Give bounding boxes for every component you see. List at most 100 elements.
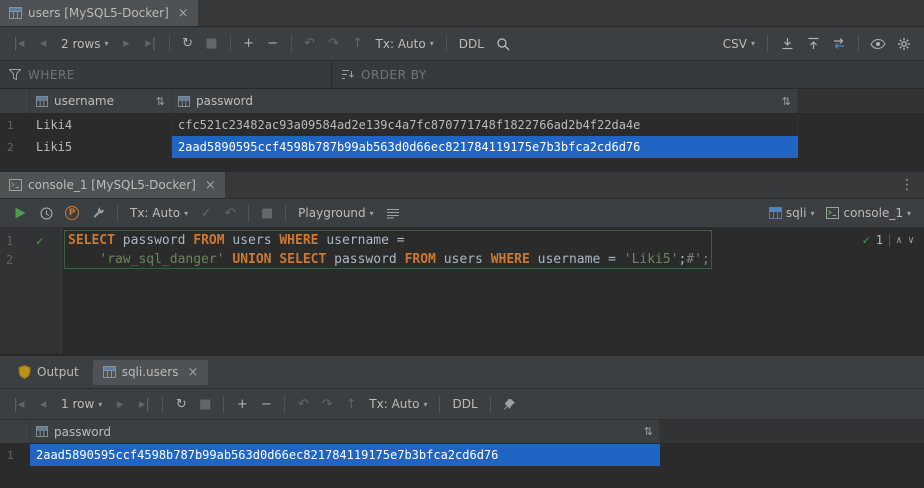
- order-by-input[interactable]: ORDER BY: [332, 61, 924, 88]
- run-icon[interactable]: [8, 207, 32, 219]
- toolbar-separator: [223, 396, 224, 413]
- previous-page-icon[interactable]: ◂: [32, 37, 54, 50]
- stop-icon[interactable]: ■: [256, 207, 278, 220]
- sql-editor[interactable]: 1 ✓ 2 SELECT password FROM users WHERE u…: [0, 228, 924, 355]
- delete-row-icon[interactable]: −: [262, 37, 284, 50]
- header-filler: [660, 420, 924, 443]
- column-icon: [36, 426, 48, 437]
- tx-mode-value: Tx: Auto: [376, 37, 426, 51]
- output-layout-icon[interactable]: [381, 208, 405, 219]
- more-options-icon[interactable]: ⋮: [890, 172, 924, 198]
- stop-icon[interactable]: ■: [194, 398, 216, 411]
- session-dropdown[interactable]: console_1 ▾: [821, 206, 916, 220]
- submit-icon[interactable]: ↑: [340, 398, 362, 411]
- sql-keyword: FROM: [405, 252, 436, 267]
- line-number: 1: [6, 234, 13, 248]
- tab-output[interactable]: Output: [8, 360, 89, 384]
- export-format-dropdown[interactable]: CSV ▾: [718, 37, 760, 51]
- sql-text: password: [326, 252, 404, 267]
- redo-icon[interactable]: ↷: [323, 37, 345, 50]
- close-icon[interactable]: ×: [187, 365, 198, 380]
- tool-window-tab-bar: Output sqli.users ×: [0, 355, 924, 389]
- redo-icon[interactable]: ↷: [316, 398, 338, 411]
- ddl-button[interactable]: DDL: [454, 37, 489, 51]
- next-page-icon[interactable]: ▸: [109, 398, 131, 411]
- cell-password[interactable]: cfc521c23482ac93a09584ad2e139c4a7fc87077…: [172, 114, 798, 136]
- search-icon[interactable]: [491, 37, 515, 51]
- cell-username[interactable]: Liki5: [30, 136, 172, 158]
- table-row[interactable]: 2 Liki5 2aad5890595ccf4598b787b99ab563d0…: [0, 136, 924, 158]
- page-size-dropdown[interactable]: 2 rows ▾: [56, 37, 114, 51]
- reload-data-icon[interactable]: ↻: [177, 37, 199, 50]
- tab-console-1[interactable]: console_1 [MySQL5-Docker] ×: [0, 172, 225, 198]
- toolbar-separator: [162, 396, 163, 413]
- stop-icon[interactable]: ■: [201, 37, 223, 50]
- cell-username[interactable]: Liki4: [30, 114, 172, 136]
- table-icon: [9, 7, 22, 19]
- last-page-icon[interactable]: ▸|: [140, 37, 162, 50]
- editor-code-area[interactable]: SELECT password FROM users WHERE usernam…: [62, 228, 924, 354]
- row-filler: [660, 444, 924, 466]
- sort-toggle-icon[interactable]: ⇅: [782, 95, 791, 108]
- sql-keyword: WHERE: [279, 233, 318, 248]
- tab-users-grid[interactable]: users [MySQL5-Docker] ×: [0, 0, 198, 26]
- column-header-username[interactable]: username ⇅: [30, 89, 172, 113]
- cell-password-selected[interactable]: 2aad5890595ccf4598b787b99ab563d0d66ec821…: [172, 136, 798, 158]
- chevron-down-icon: ▾: [423, 400, 427, 409]
- rollback-icon[interactable]: ↶: [219, 207, 241, 220]
- ddl-button[interactable]: DDL: [447, 397, 482, 411]
- export-data-icon[interactable]: [775, 37, 799, 50]
- submit-icon[interactable]: ↑: [347, 37, 369, 50]
- filter-funnel-icon: [9, 69, 21, 80]
- close-icon[interactable]: ×: [178, 6, 189, 21]
- add-row-icon[interactable]: +: [231, 398, 253, 411]
- wrench-icon[interactable]: [86, 207, 110, 220]
- delete-row-icon[interactable]: −: [255, 398, 277, 411]
- tx-mode-value: Tx: Auto: [130, 206, 180, 220]
- tab-sqli-users[interactable]: sqli.users ×: [93, 360, 209, 385]
- sort-toggle-icon[interactable]: ⇅: [156, 95, 165, 108]
- view-options-eye-icon[interactable]: [866, 38, 890, 50]
- transpose-icon[interactable]: [827, 37, 851, 50]
- column-header-password[interactable]: password ⇅: [172, 89, 798, 113]
- first-page-icon[interactable]: |◂: [8, 37, 30, 50]
- tx-mode-dropdown[interactable]: Tx: Auto ▾: [371, 37, 439, 51]
- schema-dropdown[interactable]: sqli ▾: [764, 206, 820, 220]
- history-clock-icon[interactable]: [34, 207, 58, 220]
- close-icon[interactable]: ×: [205, 178, 216, 193]
- import-data-icon[interactable]: [801, 37, 825, 50]
- playground-mode-dropdown[interactable]: Playground ▾: [293, 206, 379, 220]
- row-number: 1: [0, 114, 30, 136]
- tx-mode-dropdown[interactable]: Tx: Auto ▾: [364, 397, 432, 411]
- chevron-down-icon: ▾: [907, 209, 911, 218]
- page-size-dropdown[interactable]: 1 row ▾: [56, 397, 107, 411]
- settings-gear-icon[interactable]: [892, 37, 916, 51]
- table-row[interactable]: 1 Liki4 cfc521c23482ac93a09584ad2e139c4a…: [0, 114, 924, 136]
- order-by-icon: [341, 69, 354, 80]
- column-header-password[interactable]: password ⇅: [30, 420, 660, 443]
- where-filter-input[interactable]: WHERE: [0, 61, 332, 88]
- next-page-icon[interactable]: ▸: [116, 37, 138, 50]
- explain-plan-icon[interactable]: P: [60, 206, 84, 220]
- previous-page-icon[interactable]: ◂: [32, 398, 54, 411]
- revert-icon[interactable]: ↶: [299, 37, 321, 50]
- pin-tab-icon[interactable]: [498, 398, 522, 411]
- result-table-row[interactable]: 1 2aad5890595ccf4598b787b99ab563d0d66ec8…: [0, 444, 924, 466]
- first-page-icon[interactable]: |◂: [8, 398, 30, 411]
- code-line[interactable]: SELECT password FROM users WHERE usernam…: [62, 231, 924, 250]
- code-line[interactable]: 'raw_sql_danger' UNION SELECT password F…: [62, 250, 924, 269]
- next-result-icon[interactable]: ∨: [908, 235, 914, 246]
- cell-password-selected[interactable]: 2aad5890595ccf4598b787b99ab563d0d66ec821…: [30, 444, 660, 466]
- sort-toggle-icon[interactable]: ⇅: [644, 425, 653, 438]
- revert-icon[interactable]: ↶: [292, 398, 314, 411]
- tx-mode-dropdown[interactable]: Tx: Auto ▾: [125, 206, 193, 220]
- previous-result-icon[interactable]: ∧: [896, 235, 902, 246]
- reload-data-icon[interactable]: ↻: [170, 398, 192, 411]
- commit-check-icon[interactable]: ✓: [195, 207, 217, 220]
- sql-keyword: WHERE: [491, 252, 530, 267]
- add-row-icon[interactable]: +: [238, 37, 260, 50]
- last-page-icon[interactable]: ▸|: [133, 398, 155, 411]
- filter-bar: WHERE ORDER BY: [0, 61, 924, 89]
- toolbar-separator: [285, 205, 286, 222]
- statement-result-navigator: ✓ 1 ∧ ∨: [862, 233, 914, 247]
